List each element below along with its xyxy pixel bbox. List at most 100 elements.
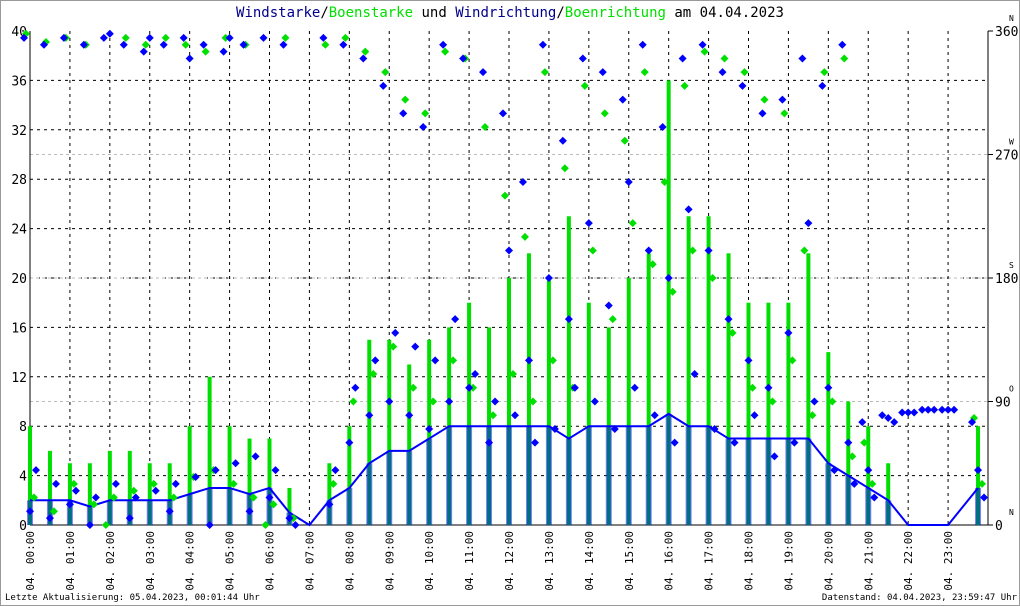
x-tick-label: 04. 09:00 bbox=[383, 531, 396, 591]
gust-direction-point bbox=[700, 47, 709, 56]
wind-direction-point bbox=[704, 246, 713, 255]
wind-direction-point bbox=[445, 397, 454, 406]
wind-bar bbox=[426, 438, 433, 525]
wind-direction-point bbox=[279, 40, 288, 49]
gust-direction-point bbox=[141, 40, 150, 49]
wind-bar bbox=[725, 438, 732, 525]
gust-direction-point bbox=[321, 40, 330, 49]
wind-direction-point bbox=[99, 33, 108, 42]
left-tick-label: 8 bbox=[19, 420, 27, 435]
wind-direction-point bbox=[439, 40, 448, 49]
gust-direction-point bbox=[540, 68, 549, 77]
wind-direction-point bbox=[431, 356, 440, 365]
compass-label: N bbox=[1009, 14, 1014, 23]
wind-direction-point bbox=[371, 356, 380, 365]
gust-direction-point bbox=[820, 68, 829, 77]
wind-direction-point bbox=[71, 486, 80, 495]
wind-bar bbox=[665, 413, 672, 525]
wind-direction-point bbox=[419, 123, 428, 132]
compass-label: N bbox=[1009, 508, 1014, 517]
wind-bar bbox=[466, 426, 473, 525]
wind-direction-point bbox=[578, 54, 587, 63]
x-tick-label: 04. 03:00 bbox=[144, 531, 157, 591]
wind-direction-point bbox=[584, 219, 593, 228]
compass-label: W bbox=[1009, 138, 1014, 147]
right-tick-label: 180 bbox=[995, 272, 1018, 287]
gust-direction-point bbox=[421, 109, 430, 118]
wind-bar bbox=[825, 463, 832, 525]
x-tick-label: 04. 08:00 bbox=[343, 531, 356, 591]
wind-direction-point bbox=[678, 54, 687, 63]
gust-direction-point bbox=[580, 81, 589, 90]
wind-direction-point bbox=[804, 219, 813, 228]
chart-container: Windstarke/Boenstarke und Windrichtung/B… bbox=[0, 0, 1020, 606]
wind-direction-point bbox=[185, 54, 194, 63]
wind-direction-point bbox=[151, 486, 160, 495]
right-tick-label: 90 bbox=[995, 396, 1011, 411]
wind-direction-point bbox=[385, 397, 394, 406]
wind-direction-point bbox=[818, 81, 827, 90]
left-tick-label: 16 bbox=[11, 321, 27, 336]
wind-bar bbox=[765, 438, 772, 525]
wind-direction-point bbox=[658, 123, 667, 132]
wind-direction-point bbox=[930, 405, 939, 414]
wind-direction-point bbox=[724, 315, 733, 324]
wind-bar bbox=[206, 487, 213, 525]
wind-direction-point bbox=[798, 54, 807, 63]
gust-direction-point bbox=[121, 33, 130, 42]
wind-bar bbox=[625, 426, 632, 525]
wind-direction-point bbox=[105, 29, 114, 38]
wind-direction-point bbox=[844, 438, 853, 447]
gust-direction-point bbox=[161, 33, 170, 42]
wind-direction-point bbox=[479, 68, 488, 77]
wind-direction-point bbox=[399, 109, 408, 118]
wind-bar bbox=[386, 450, 393, 525]
left-tick-label: 36 bbox=[11, 74, 27, 89]
x-tick-label: 04. 18:00 bbox=[743, 531, 756, 591]
data-status: Datenstand: 04.04.2023, 23:59:47 Uhr bbox=[821, 593, 1017, 603]
wind-direction-point bbox=[980, 493, 989, 502]
wind-direction-point bbox=[544, 274, 553, 282]
gust-direction-point bbox=[600, 109, 609, 118]
gust-direction-point bbox=[560, 164, 569, 173]
wind-bar bbox=[406, 450, 413, 525]
wind-bar bbox=[845, 475, 852, 525]
gust-direction-point bbox=[401, 95, 410, 104]
wind-bar bbox=[975, 487, 982, 525]
left-tick-label: 32 bbox=[11, 124, 27, 139]
x-tick-label: 04. 00:00 bbox=[24, 531, 37, 591]
gust-direction-point bbox=[640, 68, 649, 77]
gust-direction-point bbox=[381, 68, 390, 77]
wind-direction-point bbox=[838, 40, 847, 49]
x-tick-label: 04. 04:00 bbox=[184, 531, 197, 591]
wind-direction-point bbox=[319, 33, 328, 42]
wind-direction-point bbox=[379, 81, 388, 90]
wind-direction-point bbox=[451, 315, 460, 324]
x-tick-label: 04. 20:00 bbox=[822, 531, 835, 591]
wind-bar bbox=[525, 426, 532, 525]
wind-direction-point bbox=[530, 438, 539, 447]
wind-direction-point bbox=[870, 493, 879, 502]
wind-direction-point bbox=[604, 301, 613, 310]
gust-direction-point bbox=[341, 33, 350, 42]
x-tick-label: 04. 10:00 bbox=[423, 531, 436, 591]
wind-direction-point bbox=[698, 40, 707, 49]
wind-bar bbox=[785, 438, 792, 525]
wind-direction-point bbox=[499, 109, 507, 118]
gust-direction-point bbox=[181, 40, 190, 49]
wind-direction-point bbox=[810, 397, 819, 406]
wind-direction-point bbox=[179, 33, 188, 42]
left-tick-label: 20 bbox=[11, 272, 27, 287]
x-tick-label: 04. 22:00 bbox=[902, 531, 915, 591]
gust-direction-point bbox=[361, 47, 370, 56]
wind-direction-point bbox=[491, 397, 500, 406]
gust-direction-point bbox=[840, 54, 849, 63]
last-update: Letzte Aktualisierung: 05.04.2023, 00:01… bbox=[5, 593, 260, 603]
wind-direction-point bbox=[750, 411, 759, 420]
wind-direction-point bbox=[890, 418, 899, 427]
wind-bar bbox=[366, 463, 373, 525]
wind-direction-point bbox=[351, 383, 360, 392]
x-tick-label: 04. 14:00 bbox=[583, 531, 596, 591]
wind-direction-point bbox=[251, 452, 260, 461]
wind-direction-point bbox=[778, 95, 787, 104]
